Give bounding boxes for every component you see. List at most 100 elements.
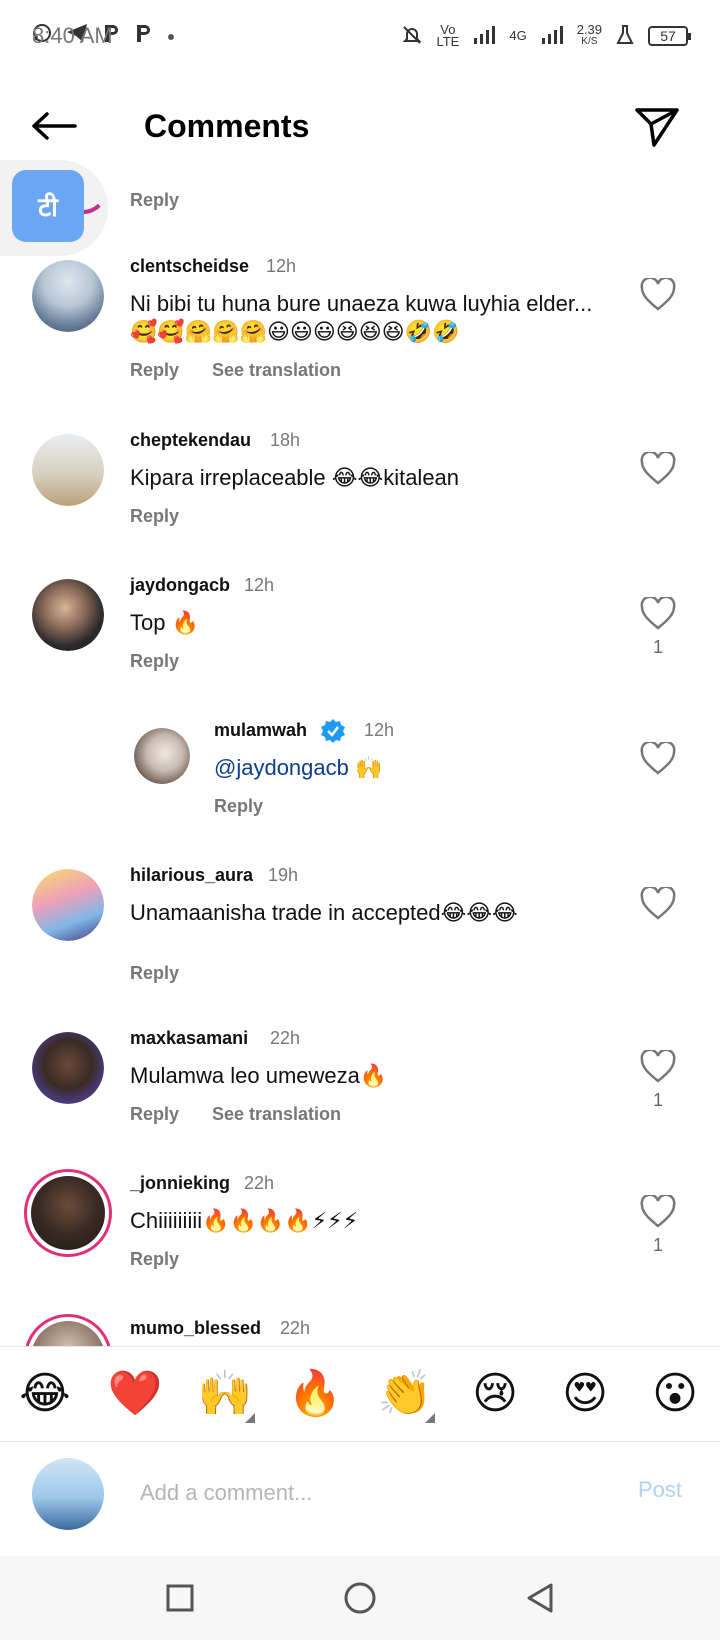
comment-text: Unamaanisha trade in accepted😂😂😂 [130, 900, 518, 925]
quick-reaction-bar: 😂 ❤️ 🙌 🔥 👏 😢 😍 😮 [0, 1346, 720, 1442]
share-button[interactable] [632, 104, 682, 150]
signal-icon-2 [541, 25, 563, 47]
avatar[interactable] [32, 1032, 104, 1104]
emoji-laugh-button[interactable]: 😂 [15, 1369, 75, 1419]
network-speed: 2.39 K/S [576, 22, 602, 48]
speed-value: 2.39 [576, 22, 602, 37]
comment-time: 12h [364, 720, 395, 740]
volte-lte-text: LTE [436, 34, 460, 49]
post-button[interactable]: Post [638, 1477, 682, 1503]
comment-input[interactable] [140, 1471, 580, 1515]
emoji-fire-button[interactable]: 🔥 [285, 1369, 345, 1419]
comment-username[interactable]: maxkasamani [130, 1028, 248, 1049]
system-nav-bar [0, 1556, 720, 1640]
home-button[interactable] [338, 1576, 382, 1620]
comment-username[interactable]: mulamwah [214, 720, 307, 741]
comment-time: 12h [266, 256, 297, 276]
back-button[interactable] [30, 106, 78, 146]
signal-icon [473, 25, 496, 47]
emoji-surprised-button[interactable]: 😮 [645, 1369, 705, 1419]
reply-button[interactable]: Reply [130, 190, 179, 211]
reply-button[interactable]: Reply [130, 1104, 179, 1125]
comment-text: Mulamwa leo umeweza🔥 [130, 1063, 388, 1088]
like-count: 1 [652, 637, 663, 657]
reply-button[interactable]: Reply [130, 963, 179, 984]
avatar[interactable] [32, 579, 104, 651]
avatar[interactable] [32, 434, 104, 506]
comment-time: 22h [244, 1173, 275, 1193]
comment-username[interactable]: hilarious_aura [130, 865, 253, 886]
triangle-back-icon [527, 1583, 553, 1613]
avatar[interactable] [32, 260, 104, 332]
like-button[interactable] [640, 276, 676, 312]
back-nav-button[interactable] [518, 1576, 562, 1620]
like-button[interactable] [640, 885, 676, 921]
comment-username[interactable]: _jonnieking [130, 1173, 230, 1194]
heart-icon [640, 740, 676, 775]
reply-button[interactable]: Reply [130, 1249, 179, 1270]
like-button[interactable] [640, 450, 676, 486]
comment-username[interactable]: cheptekendau [130, 430, 251, 451]
like-button[interactable] [640, 1193, 676, 1229]
comment-text-rest: 🙌 [348, 755, 383, 780]
comment-username[interactable]: mumo_blessed [130, 1318, 261, 1339]
comments-list[interactable]: Reply clentscheidse 12h Ni bibi tu huna … [0, 168, 720, 1348]
comment-composer: Post [0, 1443, 720, 1555]
skin-tone-indicator [425, 1413, 435, 1423]
like-button[interactable] [640, 595, 676, 631]
emoji-raised-hands-glyph: 🙌 [197, 1369, 253, 1418]
my-avatar [32, 1458, 104, 1530]
comment-text: Ni bibi tu huna bure unaeza kuwa luyhia … [130, 291, 593, 344]
comment-time: 19h [268, 865, 299, 885]
flask-icon [616, 24, 634, 48]
comments-header: Comments [0, 92, 720, 162]
status-bar: 8:40 AM Vo LTE 4G 2.39 K/S 57 [0, 0, 720, 72]
comment-time: 12h [244, 575, 275, 595]
speed-unit: K/S [581, 36, 598, 47]
heart-icon [640, 1193, 676, 1228]
status-time: 8:40 AM [32, 23, 113, 48]
square-icon [166, 1584, 194, 1612]
comment-text: Top 🔥 [130, 610, 199, 635]
comment-username[interactable]: clentscheidse [130, 256, 249, 277]
verified-badge-icon [320, 718, 346, 744]
emoji-heart-button[interactable]: ❤️ [105, 1369, 165, 1419]
comment-time: 22h [270, 1028, 301, 1048]
heart-icon [640, 276, 676, 311]
avatar-with-story-ring[interactable] [24, 1314, 112, 1348]
p-app-icon-2 [134, 23, 152, 49]
skin-tone-indicator [245, 1413, 255, 1423]
avatar[interactable] [32, 869, 104, 941]
status-right-icons: Vo LTE 4G 2.39 K/S 57 [402, 22, 691, 49]
like-count: 1 [652, 1090, 663, 1110]
emoji-heart-eyes-button[interactable]: 😍 [555, 1369, 615, 1419]
avatar-with-story-ring[interactable] [24, 1169, 112, 1257]
like-button[interactable] [640, 1048, 676, 1084]
see-translation-button[interactable]: See translation [212, 1104, 341, 1125]
like-count: 1 [652, 1235, 663, 1255]
mention-link[interactable]: @jaydongacb [214, 755, 349, 780]
emoji-clap-button[interactable]: 👏 [375, 1369, 435, 1423]
emoji-raised-hands-button[interactable]: 🙌 [195, 1369, 255, 1423]
comment-username[interactable]: jaydongacb [130, 575, 230, 596]
like-button[interactable] [640, 740, 676, 776]
page-title: Comments [144, 108, 310, 144]
comment-text: @jaydongacb 🙌 [214, 754, 684, 782]
network-4g: 4G [509, 28, 527, 43]
avatar[interactable] [134, 728, 190, 784]
heart-icon [640, 1048, 676, 1083]
reply-button[interactable]: Reply [214, 796, 263, 817]
volte-indicator: Vo LTE [436, 23, 460, 49]
recent-apps-button[interactable] [158, 1576, 202, 1620]
comment-text: Chiiiiiiiii🔥🔥🔥🔥⚡⚡⚡ [130, 1208, 359, 1233]
circle-icon [344, 1582, 376, 1614]
emoji-cry-button[interactable]: 😢 [465, 1369, 525, 1419]
arrow-left-icon [32, 112, 77, 140]
reply-button[interactable]: Reply [130, 651, 179, 672]
reply-button[interactable]: Reply [130, 360, 179, 381]
comment-time: 18h [270, 430, 301, 450]
mute-bell-icon [402, 25, 422, 48]
reply-button[interactable]: Reply [130, 506, 179, 527]
send-icon [635, 108, 679, 147]
see-translation-button[interactable]: See translation [212, 360, 341, 381]
